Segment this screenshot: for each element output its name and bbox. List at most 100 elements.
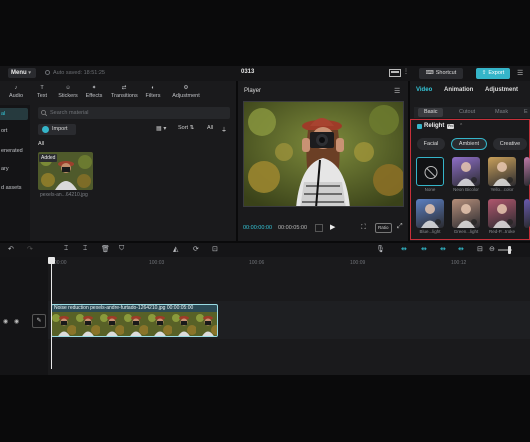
tool-stickers[interactable]: ☺ Stickers xyxy=(55,83,81,100)
tool-label: Text xyxy=(36,93,48,99)
tab-animation[interactable]: Animation xyxy=(444,87,473,93)
clip-frame xyxy=(172,312,197,336)
filter-icon[interactable]: ⏚ xyxy=(221,125,227,134)
tool-text[interactable]: T Text xyxy=(29,83,55,100)
adjustment-icon: ⚙ xyxy=(183,84,189,91)
redo-icon[interactable]: ↷ xyxy=(27,245,33,253)
relight-preset[interactable] xyxy=(488,199,516,228)
playhead[interactable] xyxy=(51,258,52,369)
undo-icon[interactable]: ↶ xyxy=(8,245,14,253)
lock-icon[interactable]: ◉ xyxy=(3,318,8,325)
relight-preset[interactable] xyxy=(524,157,530,186)
layout-more-icon[interactable]: ⋮ xyxy=(403,68,409,78)
autosave-status: Auto saved: 18:51:25 xyxy=(45,69,105,77)
preview-axis-icon[interactable]: ⇹ xyxy=(458,245,464,253)
clip-filmstrip xyxy=(52,312,217,336)
ruler-label: 100:12 xyxy=(451,260,467,266)
relight-checkbox[interactable] xyxy=(417,124,422,129)
preset-label: Neon Bicolor xyxy=(453,187,479,192)
clip-frame xyxy=(196,312,217,336)
subtab-e[interactable]: E xyxy=(524,108,528,117)
fit-icon[interactable]: ⛶ xyxy=(361,224,366,232)
caption-icon[interactable]: ⊟ xyxy=(477,245,483,253)
chip-creative[interactable]: Creative xyxy=(493,138,527,150)
tab-video[interactable]: Video xyxy=(416,87,432,93)
marker-icon[interactable]: ◭ xyxy=(173,245,178,253)
tool-adjustment[interactable]: ⚙ Adjustment xyxy=(171,83,201,100)
cover-edit-icon[interactable]: ✎ xyxy=(32,314,46,328)
crop-icon[interactable]: ⊡ xyxy=(212,245,218,253)
tab-adjustment[interactable]: Adjustment xyxy=(485,87,518,93)
tool-effects[interactable]: ✦ Effects xyxy=(81,83,107,100)
menu-button[interactable]: Menu ▾ xyxy=(8,68,36,78)
relight-preset[interactable] xyxy=(416,157,444,186)
portrait-thumbnail xyxy=(493,162,513,186)
eye-icon[interactable]: ◉ xyxy=(14,318,19,325)
side-nav-item[interactable]: d assets xyxy=(0,182,28,194)
clip-frame xyxy=(148,312,173,336)
clip-frame xyxy=(76,312,101,336)
relight-preset[interactable] xyxy=(416,199,444,228)
tool-filters[interactable]: ◐ Filters xyxy=(140,83,166,100)
view-toggle-icon[interactable]: ▦ ▾ xyxy=(156,125,172,134)
export-button[interactable]: ⇪ Export xyxy=(476,68,510,79)
sort-button[interactable]: Sort ⇅ xyxy=(178,125,194,131)
grid-icon[interactable] xyxy=(315,224,323,232)
chip-facial[interactable]: Facial xyxy=(417,138,445,150)
export-label: Export xyxy=(488,70,505,76)
snap-icon[interactable]: ⇹ xyxy=(440,245,446,253)
zoom-out-icon[interactable]: ⊖ xyxy=(489,245,495,253)
subtab-mask[interactable]: Mask xyxy=(495,108,508,117)
split-icon[interactable]: ⌶ xyxy=(64,245,68,253)
playhead-handle[interactable] xyxy=(48,257,55,264)
relight-preset[interactable] xyxy=(488,157,516,186)
rotate-icon[interactable]: ⟳ xyxy=(193,245,199,253)
layout-icon[interactable] xyxy=(389,69,401,77)
zoom-slider-handle[interactable] xyxy=(508,246,511,254)
time-total: 00:00:05:00 xyxy=(278,225,308,231)
subtab-cutout[interactable]: Cutout xyxy=(459,108,475,117)
relight-preset[interactable] xyxy=(524,199,530,228)
magnet-icon[interactable]: ⇹ xyxy=(401,245,407,253)
timeline-toolbar xyxy=(0,243,530,257)
delete-icon[interactable]: 🗑 xyxy=(101,245,110,253)
import-label: Import xyxy=(52,126,68,132)
search-input[interactable] xyxy=(50,107,220,119)
side-nav-item[interactable]: enerated xyxy=(0,145,28,157)
portrait-thumbnail xyxy=(457,162,477,186)
tool-audio[interactable]: ♪ Audio xyxy=(3,83,29,100)
relight-preset[interactable] xyxy=(452,199,480,228)
chip-ambient[interactable]: Ambient xyxy=(451,138,487,150)
relight-label: Relight xyxy=(424,123,445,129)
added-badge: Added xyxy=(39,154,58,162)
chevron-down-icon: ▾ xyxy=(28,70,31,76)
preset-label: Green...light xyxy=(453,229,479,234)
stickers-icon: ☺ xyxy=(65,84,71,91)
player-menu-icon[interactable]: ☰ xyxy=(394,87,400,95)
shortcut-button[interactable]: ⌨ Shortcut xyxy=(419,68,463,79)
split-left-icon[interactable]: ⌶ xyxy=(83,245,87,253)
side-nav-item[interactable]: ary xyxy=(0,163,28,175)
all-filter-button[interactable]: All xyxy=(207,125,213,131)
portrait-thumbnail xyxy=(529,226,530,228)
preview-frame-image xyxy=(244,102,403,206)
fullscreen-icon[interactable]: ⤢ xyxy=(397,223,403,231)
microphone-icon[interactable]: 🎙 xyxy=(376,245,385,253)
shield-icon[interactable]: ⛉ xyxy=(119,245,124,253)
tool-transitions[interactable]: ⇄ Transitions xyxy=(111,83,138,100)
window-menu-icon[interactable]: ☰ xyxy=(517,69,523,77)
sort-icon: ⇅ xyxy=(189,125,195,131)
side-nav-item[interactable]: al xyxy=(0,108,28,120)
relight-chevron-icon[interactable]: ⌃ xyxy=(459,123,463,129)
video-preview[interactable] xyxy=(243,101,404,207)
ratio-button[interactable]: Ratio xyxy=(375,223,392,233)
tool-label: Filters xyxy=(145,93,161,99)
play-icon[interactable]: ▶ xyxy=(330,223,335,231)
subtab-basic[interactable]: Basic xyxy=(418,108,444,117)
side-nav-item[interactable]: ort xyxy=(0,125,28,137)
ruler-label: 100:09 xyxy=(350,260,366,266)
relight-preset[interactable] xyxy=(452,157,480,186)
ruler-label: 100:06 xyxy=(249,260,265,266)
search-box[interactable] xyxy=(38,107,230,119)
link-icon[interactable]: ⇹ xyxy=(421,245,427,253)
